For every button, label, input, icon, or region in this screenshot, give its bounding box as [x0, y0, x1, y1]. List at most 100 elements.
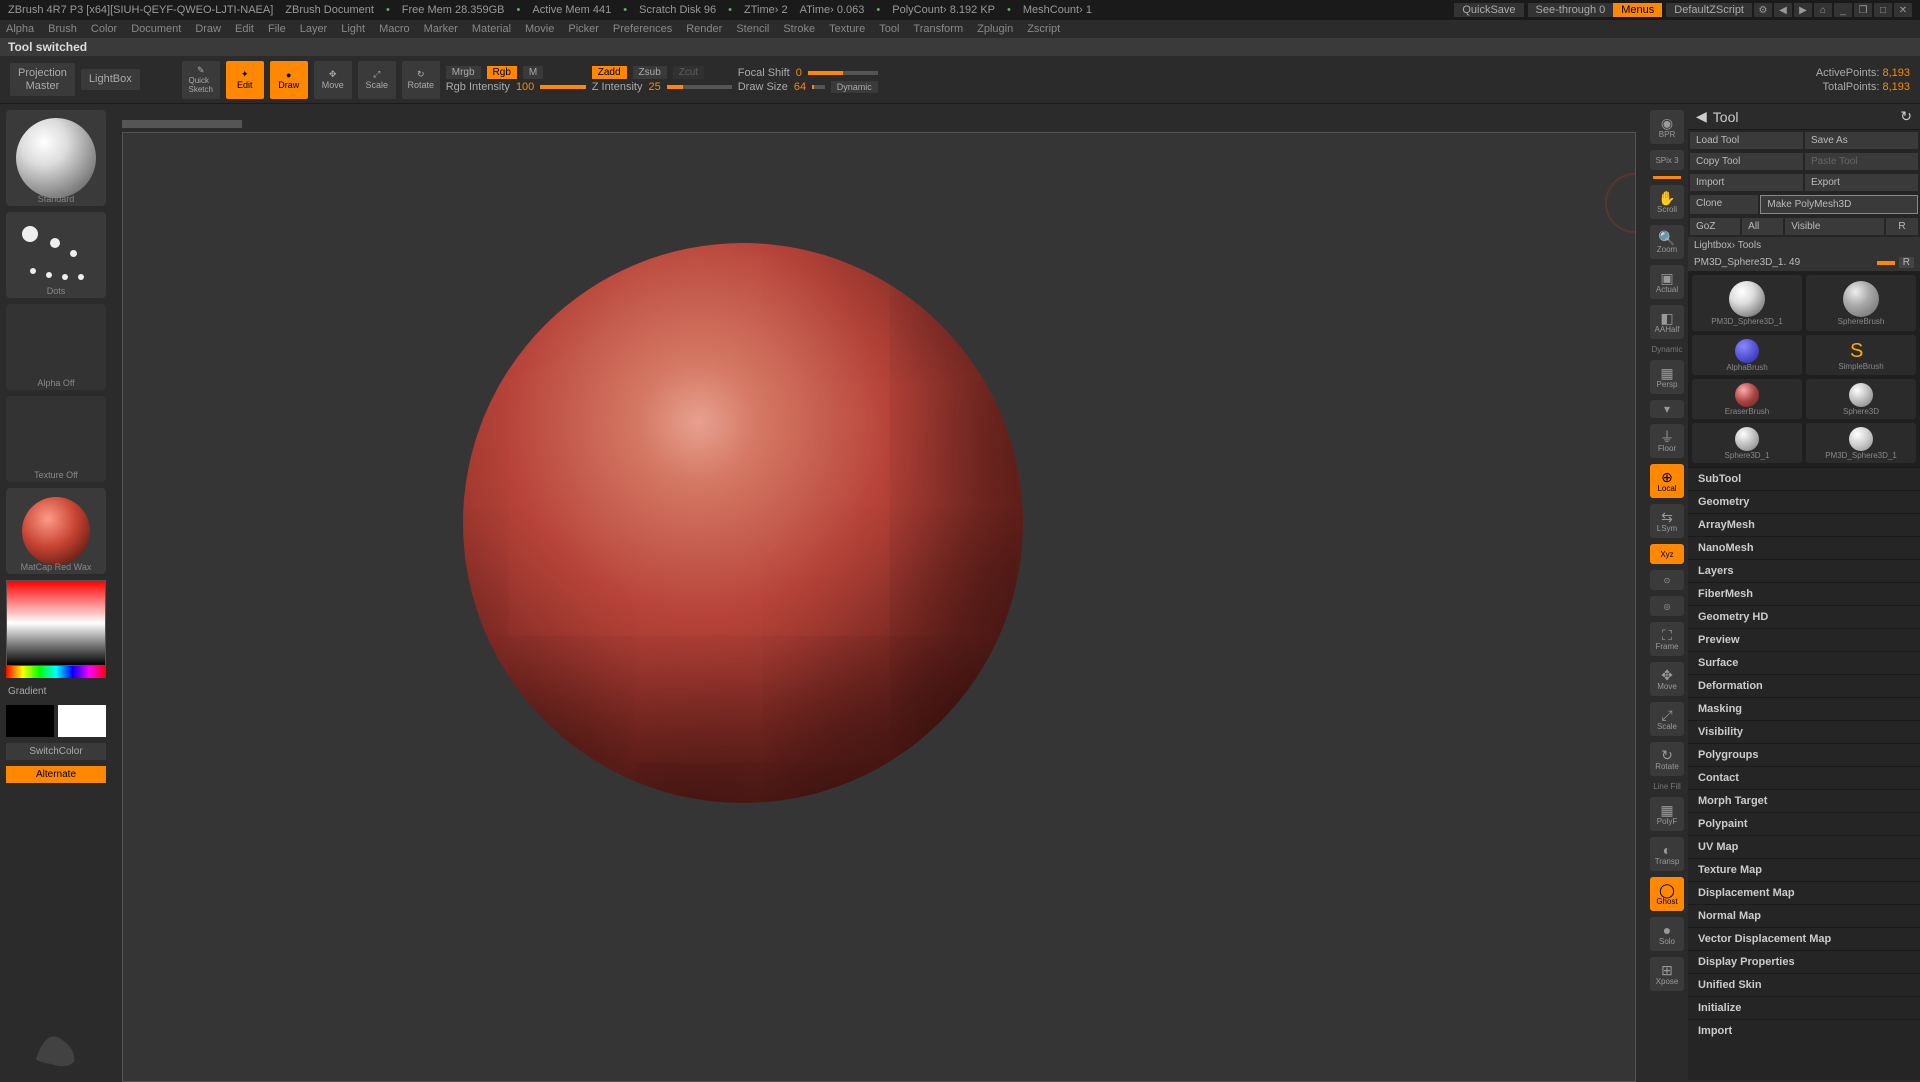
menu-texture[interactable]: Texture — [829, 23, 865, 35]
lightbox-tools-button[interactable]: Lightbox› Tools — [1688, 237, 1920, 254]
menu-marker[interactable]: Marker — [424, 23, 458, 35]
section-normalmap[interactable]: Normal Map — [1688, 904, 1920, 927]
dynamic-toggle[interactable]: Dynamic — [831, 81, 878, 93]
zsub-toggle[interactable]: Zsub — [633, 66, 667, 79]
move-nav-button[interactable]: ✥Move — [1650, 662, 1684, 696]
brush-selector[interactable]: Standard — [6, 110, 106, 206]
menu-zscript[interactable]: Zscript — [1027, 23, 1060, 35]
tool-slider[interactable] — [1877, 261, 1895, 265]
edit-button[interactable]: ✦Edit — [226, 61, 264, 99]
move-button[interactable]: ✥Move — [314, 61, 352, 99]
goz-button[interactable]: GoZ — [1690, 218, 1740, 235]
section-nanomesh[interactable]: NanoMesh — [1688, 536, 1920, 559]
restore-icon[interactable]: ❐ — [1854, 3, 1872, 17]
paste-tool-button[interactable]: Paste Tool — [1805, 153, 1918, 170]
menus-toggle[interactable]: Menus — [1613, 3, 1662, 17]
mrgb-toggle[interactable]: Mrgb — [446, 66, 481, 79]
local-button[interactable]: ⊕Local — [1650, 464, 1684, 498]
xpose-button[interactable]: ⊞Xpose — [1650, 957, 1684, 991]
menu-layer[interactable]: Layer — [300, 23, 328, 35]
tool-thumb-4[interactable]: EraserBrush — [1692, 379, 1802, 419]
layout-next-icon[interactable]: ▶ — [1794, 3, 1812, 17]
seethrough-slider[interactable]: See-through 0 — [1528, 3, 1614, 17]
minimize-icon[interactable]: _ — [1834, 3, 1852, 17]
viewport[interactable] — [122, 132, 1636, 1082]
stroke-selector[interactable]: Dots — [6, 212, 106, 298]
clone-button[interactable]: Clone — [1690, 195, 1758, 214]
menu-macro[interactable]: Macro — [379, 23, 410, 35]
quicksave-button[interactable]: QuickSave — [1454, 3, 1523, 17]
menu-file[interactable]: File — [268, 23, 286, 35]
section-visibility[interactable]: Visibility — [1688, 720, 1920, 743]
make-polymesh3d-button[interactable]: Make PolyMesh3D — [1760, 195, 1918, 214]
m-toggle[interactable]: M — [523, 66, 543, 79]
section-unifiedskin[interactable]: Unified Skin — [1688, 973, 1920, 996]
solo-button[interactable]: ●Solo — [1650, 917, 1684, 951]
tool-thumb-1[interactable]: SphereBrush — [1806, 275, 1916, 331]
rotate-button[interactable]: ↻Rotate — [402, 61, 440, 99]
xyz-button[interactable]: Xyz — [1650, 544, 1684, 564]
section-displayproperties[interactable]: Display Properties — [1688, 950, 1920, 973]
menu-brush[interactable]: Brush — [48, 23, 77, 35]
menu-picker[interactable]: Picker — [568, 23, 599, 35]
tool-thumb-6[interactable]: Sphere3D_1 — [1692, 423, 1802, 463]
menu-alpha[interactable]: Alpha — [6, 23, 34, 35]
goz-all-button[interactable]: All — [1742, 218, 1783, 235]
spix-slider[interactable]: SPix 3 — [1650, 150, 1684, 170]
section-deformation[interactable]: Deformation — [1688, 674, 1920, 697]
actual-button[interactable]: ▣Actual — [1650, 265, 1684, 299]
menu-stroke[interactable]: Stroke — [783, 23, 815, 35]
menu-render[interactable]: Render — [686, 23, 722, 35]
section-masking[interactable]: Masking — [1688, 697, 1920, 720]
polyf-button[interactable]: ▦PolyF — [1650, 797, 1684, 831]
menu-zplugin[interactable]: Zplugin — [977, 23, 1013, 35]
tool-thumb-3[interactable]: SSimpleBrush — [1806, 335, 1916, 375]
layout-prev-icon[interactable]: ◀ — [1774, 3, 1792, 17]
persp-expand[interactable]: ▾ — [1650, 400, 1684, 418]
menu-material[interactable]: Material — [472, 23, 511, 35]
section-arraymesh[interactable]: ArrayMesh — [1688, 513, 1920, 536]
alternate-button[interactable]: Alternate — [6, 766, 106, 783]
section-texturemap[interactable]: Texture Map — [1688, 858, 1920, 881]
tool-thumb-2[interactable]: AlphaBrush — [1692, 335, 1802, 375]
scroll-button[interactable]: ✋Scroll — [1650, 185, 1684, 219]
draw-size-slider[interactable] — [812, 85, 825, 89]
menu-tool[interactable]: Tool — [879, 23, 899, 35]
tool-r-button[interactable]: R — [1899, 257, 1914, 268]
section-subtool[interactable]: SubTool — [1688, 467, 1920, 490]
doc-scrollbar[interactable] — [122, 120, 242, 128]
lsym-button[interactable]: ⇆LSym — [1650, 504, 1684, 538]
section-layers[interactable]: Layers — [1688, 559, 1920, 582]
aahalf-button[interactable]: ◧AAHalf — [1650, 305, 1684, 339]
default-script[interactable]: DefaultZScript — [1666, 3, 1752, 17]
secondary-color-swatch[interactable] — [6, 705, 54, 737]
menu-transform[interactable]: Transform — [913, 23, 963, 35]
menu-color[interactable]: Color — [91, 23, 117, 35]
save-as-button[interactable]: Save As — [1805, 132, 1918, 149]
lightbox-button[interactable]: LightBox — [81, 69, 140, 89]
frame-button[interactable]: ⛶Frame — [1650, 622, 1684, 656]
pivot-button[interactable]: ⊙ — [1650, 570, 1684, 590]
scale-nav-button[interactable]: ⤢Scale — [1650, 702, 1684, 736]
scale-button[interactable]: ⤢Scale — [358, 61, 396, 99]
menu-light[interactable]: Light — [341, 23, 365, 35]
section-preview[interactable]: Preview — [1688, 628, 1920, 651]
zcut-toggle[interactable]: Zcut — [673, 66, 704, 79]
goz-visible-button[interactable]: Visible — [1785, 218, 1884, 235]
section-initialize[interactable]: Initialize — [1688, 996, 1920, 1019]
menu-stencil[interactable]: Stencil — [736, 23, 769, 35]
tool-thumb-0[interactable]: PM3D_Sphere3D_1 — [1692, 275, 1802, 331]
persp-button[interactable]: ▦Persp — [1650, 360, 1684, 394]
section-fibermesh[interactable]: FiberMesh — [1688, 582, 1920, 605]
close-icon[interactable]: ✕ — [1894, 3, 1912, 17]
rotate-nav-button[interactable]: ↻Rotate — [1650, 742, 1684, 776]
center-button[interactable]: ◎ — [1650, 596, 1684, 616]
section-morphtarget[interactable]: Morph Target — [1688, 789, 1920, 812]
section-import[interactable]: Import — [1688, 1019, 1920, 1042]
ghost-button[interactable]: ◯Ghost — [1650, 877, 1684, 911]
bpr-button[interactable]: ◉BPR — [1650, 110, 1684, 144]
maximize-icon[interactable]: □ — [1874, 3, 1892, 17]
gradient-label[interactable]: Gradient — [6, 684, 106, 699]
z-intensity-slider[interactable] — [667, 85, 732, 89]
menu-edit[interactable]: Edit — [235, 23, 254, 35]
